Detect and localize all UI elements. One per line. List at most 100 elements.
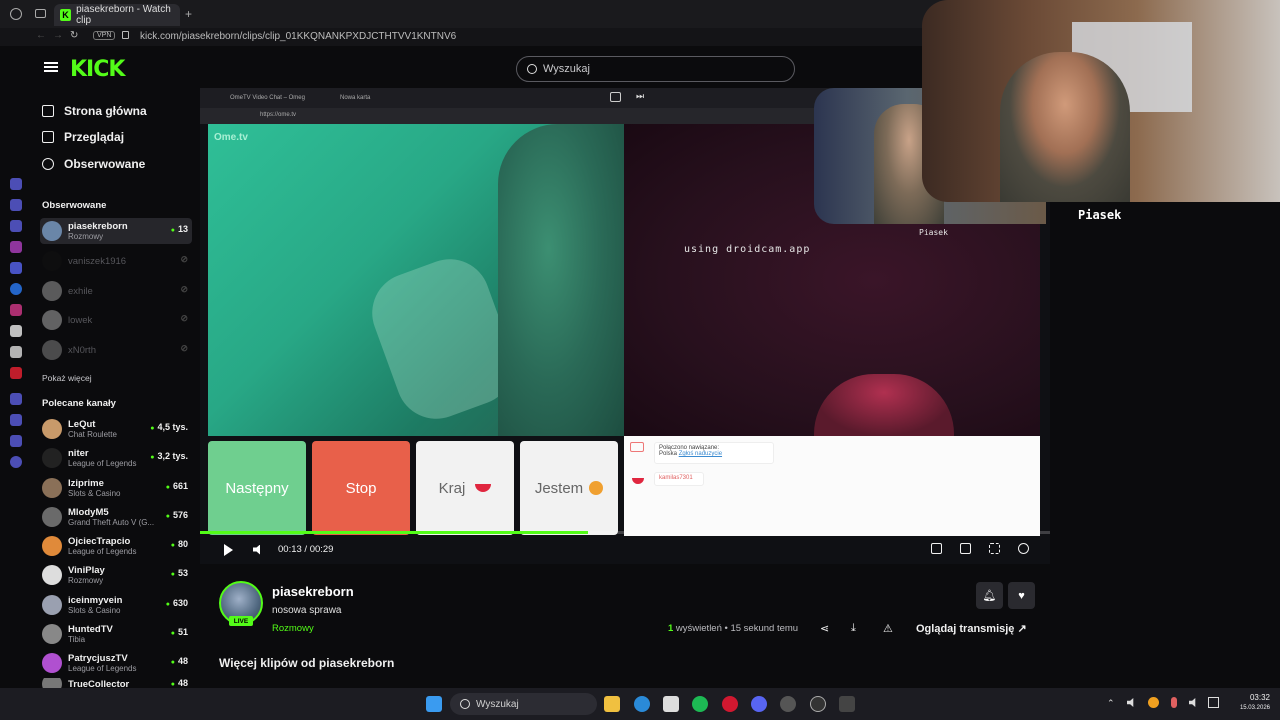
- next-button[interactable]: Następny: [208, 441, 306, 535]
- sidebar-channel-recommended[interactable]: LeQutChat Roulette 4,5 tys.: [40, 416, 192, 442]
- nav-home[interactable]: Strona główna: [42, 104, 147, 118]
- windows-start-icon[interactable]: [426, 696, 442, 712]
- channel-category: League of Legends: [68, 459, 137, 468]
- next-frame-icon[interactable]: ⏭: [636, 91, 644, 102]
- sidebar-app-icon[interactable]: [10, 435, 22, 447]
- fullscreen-icon[interactable]: [989, 543, 1000, 554]
- sidebar-channel-recommended[interactable]: HuntedTVTibia 51: [40, 621, 192, 647]
- instagram-icon[interactable]: [10, 304, 22, 316]
- reload-icon[interactable]: ↻: [70, 30, 78, 41]
- theater-mode-icon[interactable]: [960, 543, 971, 554]
- url-text[interactable]: kick.com/piasekreborn/clips/clip_01KKQNA…: [140, 31, 456, 42]
- tray-chevron-icon[interactable]: ⌃: [1107, 698, 1115, 709]
- sidebar-app-icon[interactable]: [10, 393, 22, 405]
- new-tab-button[interactable]: +: [185, 7, 192, 21]
- ometv-logo: Ome.tv: [214, 132, 248, 143]
- country-button[interactable]: Kraj: [416, 441, 514, 535]
- sidebar-channel-recommended[interactable]: MlodyM5Grand Theft Auto V (G... 576: [40, 504, 192, 530]
- tray-network-icon[interactable]: [1208, 697, 1219, 708]
- channel-name: xN0rth: [68, 344, 96, 356]
- sidebar-channel-offline[interactable]: exhile ⊘: [40, 278, 192, 304]
- views-info: 1 wyświetleń • 15 sekund temu: [668, 623, 798, 634]
- tab-overview-icon[interactable]: [35, 9, 46, 18]
- sidebar-app-icon[interactable]: [10, 414, 22, 426]
- browser-menu-icon[interactable]: [10, 8, 22, 20]
- notification-bell-button[interactable]: 🔔︎: [976, 582, 1003, 609]
- spotify-icon[interactable]: [692, 696, 708, 712]
- tray-mic-icon[interactable]: [1171, 697, 1177, 708]
- sidebar-channel-recommended[interactable]: IziprimeSlots & Casino 661: [40, 475, 192, 501]
- tray-app-icon[interactable]: [1148, 697, 1159, 708]
- kick-logo[interactable]: KICK: [70, 57, 125, 82]
- viewer-count: 661: [166, 481, 188, 491]
- pip-icon[interactable]: [610, 92, 621, 102]
- offline-icon: ⊘: [180, 313, 188, 323]
- search-input[interactable]: Wyszukaj: [516, 56, 795, 82]
- stop-label: Stop: [345, 479, 377, 497]
- watch-stream-button[interactable]: Oglądaj transmisję ↗: [916, 622, 1027, 635]
- x-icon[interactable]: [10, 346, 22, 358]
- bell-icon: 🔔︎: [982, 590, 997, 602]
- search-icon: [527, 64, 537, 74]
- sidebar-channel-recommended[interactable]: niterLeague of Legends 3,2 tys.: [40, 445, 192, 471]
- progress-bar[interactable]: [200, 531, 1050, 534]
- forward-icon[interactable]: →: [53, 30, 63, 41]
- category-link[interactable]: Rozmowy: [272, 623, 314, 634]
- streamer-name-label: Piasek: [1078, 208, 1122, 222]
- sidebar-channel-recommended[interactable]: iceinmyveinSlots & Casino 630: [40, 592, 192, 618]
- tiktok-icon[interactable]: [10, 325, 22, 337]
- channel-name[interactable]: piasekreborn: [272, 584, 354, 599]
- i-am-button[interactable]: Jestem: [520, 441, 618, 535]
- sidebar-channel-recommended[interactable]: PatrycjuszTVLeague of Legends 48: [40, 650, 192, 676]
- nav-browse[interactable]: Przeglądaj: [42, 130, 124, 144]
- viewer-count: 48: [171, 678, 188, 688]
- report-link[interactable]: Zgłoś naduzycie: [679, 451, 722, 457]
- obs-icon[interactable]: [810, 696, 826, 712]
- browser-tab-active[interactable]: K piasekreborn - Watch clip: [54, 4, 180, 26]
- messenger-icon[interactable]: [10, 283, 22, 295]
- play-icon[interactable]: [224, 543, 233, 556]
- follow-button[interactable]: ♥: [1008, 582, 1035, 609]
- sidebar-app-icon[interactable]: [10, 262, 22, 274]
- pip-icon[interactable]: [931, 543, 942, 554]
- taskbar-clock[interactable]: 03:32 15.03.2026: [1228, 692, 1270, 714]
- discord-icon[interactable]: [751, 696, 767, 712]
- channel-name: PatrycjuszTV: [68, 653, 128, 664]
- edge-icon[interactable]: [634, 696, 650, 712]
- opera-icon[interactable]: [722, 696, 738, 712]
- sidebar-app-icon[interactable]: [10, 199, 22, 211]
- share-icon[interactable]: ⋖: [820, 622, 829, 635]
- more-clips-heading: Więcej klipów od piasekreborn: [219, 656, 395, 670]
- search-icon: [460, 699, 470, 709]
- sidebar-channel-offline[interactable]: lowek ⊘: [40, 307, 192, 333]
- nav-following[interactable]: Obserwowane: [42, 157, 145, 171]
- report-icon[interactable]: ⚠: [883, 622, 893, 635]
- channel-category: League of Legends: [68, 547, 137, 556]
- following-section-title: Obserwowane: [42, 200, 107, 211]
- settings-icon[interactable]: [10, 456, 22, 468]
- taskbar-search[interactable]: Wyszukaj: [450, 693, 597, 715]
- viewer-count: 53: [171, 568, 188, 578]
- app-icon[interactable]: [780, 696, 796, 712]
- sidebar-channel-offline[interactable]: vaniszek1916 ⊘: [40, 248, 192, 274]
- sidebar-channel-recommended[interactable]: ViniPlayRozmowy 53: [40, 562, 192, 588]
- show-more-link[interactable]: Pokaż więcej: [42, 373, 92, 383]
- file-explorer-icon[interactable]: [604, 696, 620, 712]
- sidebar-app-icon[interactable]: [10, 220, 22, 232]
- youtube-icon[interactable]: [10, 367, 22, 379]
- store-icon[interactable]: [663, 696, 679, 712]
- sidebar-channel-piasekreborn[interactable]: piasekrebornRozmowy 13: [40, 218, 192, 244]
- speed-icon[interactable]: [1018, 543, 1029, 554]
- download-icon[interactable]: ⤓: [851, 622, 856, 635]
- stop-button[interactable]: Stop: [312, 441, 410, 535]
- vpn-badge[interactable]: VPN: [93, 31, 116, 40]
- sidebar-app-icon[interactable]: [10, 178, 22, 190]
- sidebar-app-icon[interactable]: [10, 241, 22, 253]
- menu-hamburger-icon[interactable]: [44, 62, 58, 72]
- volume-icon[interactable]: [253, 544, 260, 555]
- back-icon[interactable]: ←: [36, 30, 46, 41]
- app-icon[interactable]: [839, 696, 855, 712]
- channel-name: vaniszek1916: [68, 255, 127, 267]
- sidebar-channel-offline[interactable]: xN0rth ⊘: [40, 337, 192, 363]
- sidebar-channel-recommended[interactable]: OjciecTrapcioLeague of Legends 80: [40, 533, 192, 559]
